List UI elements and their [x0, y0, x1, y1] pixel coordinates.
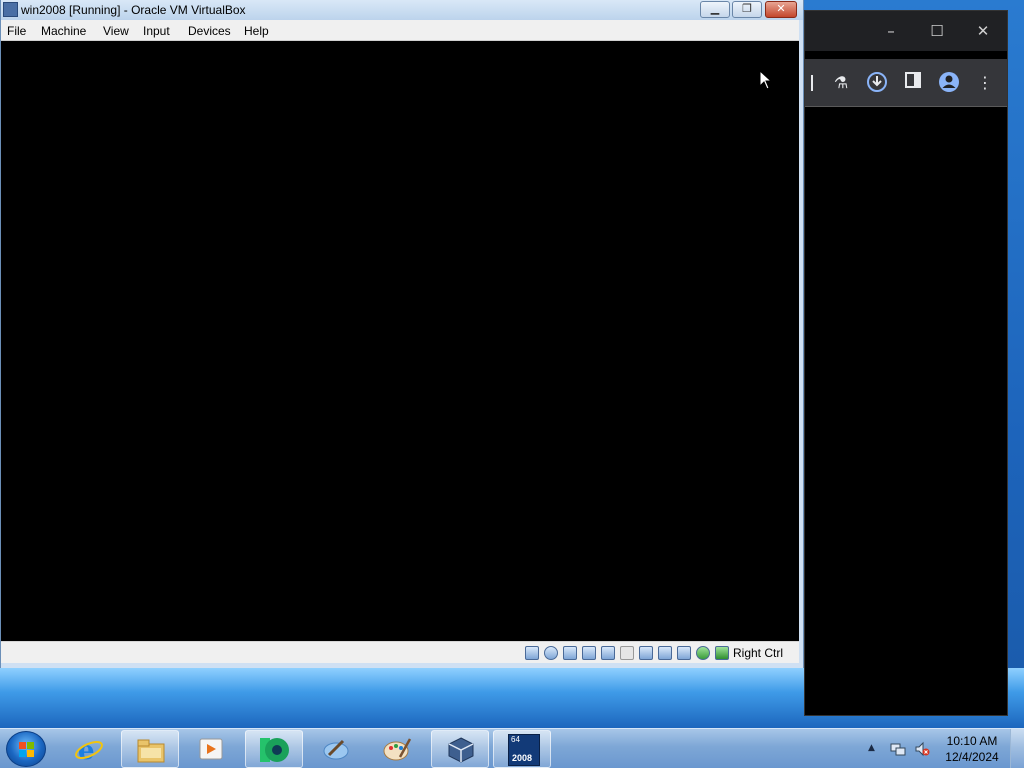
menu-devices[interactable]: Devices: [188, 24, 231, 38]
vm-badge-2008: 2008: [512, 753, 533, 763]
taskbar-paint[interactable]: [368, 730, 426, 768]
flask-icon[interactable]: ⚗: [829, 71, 853, 95]
hard-disk-icon[interactable]: [525, 646, 539, 660]
vm-display[interactable]: [1, 41, 799, 641]
chrome-canary-icon: [260, 738, 289, 762]
network-icon[interactable]: [582, 646, 596, 660]
close-button[interactable]: ✕: [765, 1, 797, 18]
mouse-cursor-icon: [759, 70, 771, 90]
taskbar-file-explorer[interactable]: [121, 730, 179, 768]
usb-icon[interactable]: [601, 646, 615, 660]
taskbar-internet-explorer[interactable]: e: [60, 730, 118, 768]
clock-time[interactable]: 10:10 AM: [944, 734, 1000, 748]
mouse-integration-icon[interactable]: [715, 646, 729, 660]
file-explorer-icon: [137, 739, 165, 763]
vbox-extension-icon[interactable]: [677, 646, 691, 660]
virtualbox-icon: [448, 737, 474, 763]
profile-icon[interactable]: [937, 71, 961, 95]
volume-muted-icon[interactable]: [914, 741, 930, 757]
app-icon-5: [323, 739, 349, 760]
vbox-titlebar[interactable]: win2008 [Running] - Oracle VM VirtualBox…: [1, 0, 803, 20]
vm-badge-64: 64: [511, 735, 520, 744]
taskbar-app-5[interactable]: [307, 730, 365, 768]
download-icon[interactable]: [865, 71, 889, 95]
clock-date[interactable]: 12/4/2024: [944, 750, 1000, 764]
show-desktop-button[interactable]: [1010, 729, 1024, 768]
windows-logo-icon: [19, 742, 35, 758]
menu-machine[interactable]: Machine: [41, 24, 86, 38]
network-tray-icon[interactable]: [890, 741, 906, 757]
chrome-toolbar: ⚗ ⋮: [805, 59, 1007, 107]
win2008-vm-icon: 64 2008: [508, 734, 540, 766]
toolbar-separator: [811, 75, 813, 91]
vbox-statusbar: Right Ctrl: [1, 641, 799, 663]
optical-drive-icon[interactable]: [544, 646, 558, 660]
menu-dots-icon[interactable]: ⋮: [973, 71, 997, 95]
show-hidden-icons-button[interactable]: ▲: [868, 743, 875, 753]
audio-icon[interactable]: [563, 646, 577, 660]
menu-input[interactable]: Input: [143, 24, 170, 38]
taskbar-win2008-vm[interactable]: 64 2008: [493, 730, 551, 768]
taskbar-virtualbox[interactable]: [431, 730, 489, 768]
chrome-minimize-button[interactable]: –: [879, 21, 903, 41]
menu-help[interactable]: Help: [244, 24, 269, 38]
menu-file[interactable]: File: [7, 24, 26, 38]
shared-folders-icon[interactable]: [620, 646, 634, 660]
host-key-label: Right Ctrl: [733, 646, 784, 660]
paint-icon: [383, 738, 412, 761]
menu-view[interactable]: View: [103, 24, 129, 38]
globe-icon[interactable]: [696, 646, 710, 660]
internet-explorer-icon: e: [75, 736, 103, 763]
virtualbox-window[interactable]: win2008 [Running] - Oracle VM VirtualBox…: [0, 0, 804, 668]
chrome-content-bottom: [821, 667, 1007, 711]
chrome-maximize-button[interactable]: ☐: [925, 21, 949, 41]
side-panel-icon[interactable]: [901, 71, 925, 95]
display-icon[interactable]: [639, 646, 653, 660]
start-button[interactable]: [6, 731, 46, 767]
video-capture-icon[interactable]: [658, 646, 672, 660]
minimize-button[interactable]: ▁: [700, 1, 730, 18]
taskbar-media-player[interactable]: [182, 730, 240, 768]
menubar: File Machine View Input Devices Help: [1, 20, 799, 41]
taskbar: e 64 2008 ▲ 10:10 AM 12/4/2024: [0, 728, 1024, 768]
chrome-close-button[interactable]: ✕: [971, 21, 995, 41]
window-title: win2008 [Running] - Oracle VM VirtualBox: [21, 3, 246, 17]
media-player-icon: [199, 738, 223, 760]
restore-button[interactable]: ❐: [732, 1, 762, 18]
virtualbox-app-icon: [3, 2, 18, 17]
vbox-resize-edge[interactable]: [1, 663, 803, 668]
chrome-titlebar[interactable]: – ☐ ✕: [805, 11, 1007, 51]
taskbar-chrome[interactable]: [245, 730, 303, 768]
chrome-window[interactable]: – ☐ ✕ ⚗ ⋮: [804, 10, 1008, 716]
